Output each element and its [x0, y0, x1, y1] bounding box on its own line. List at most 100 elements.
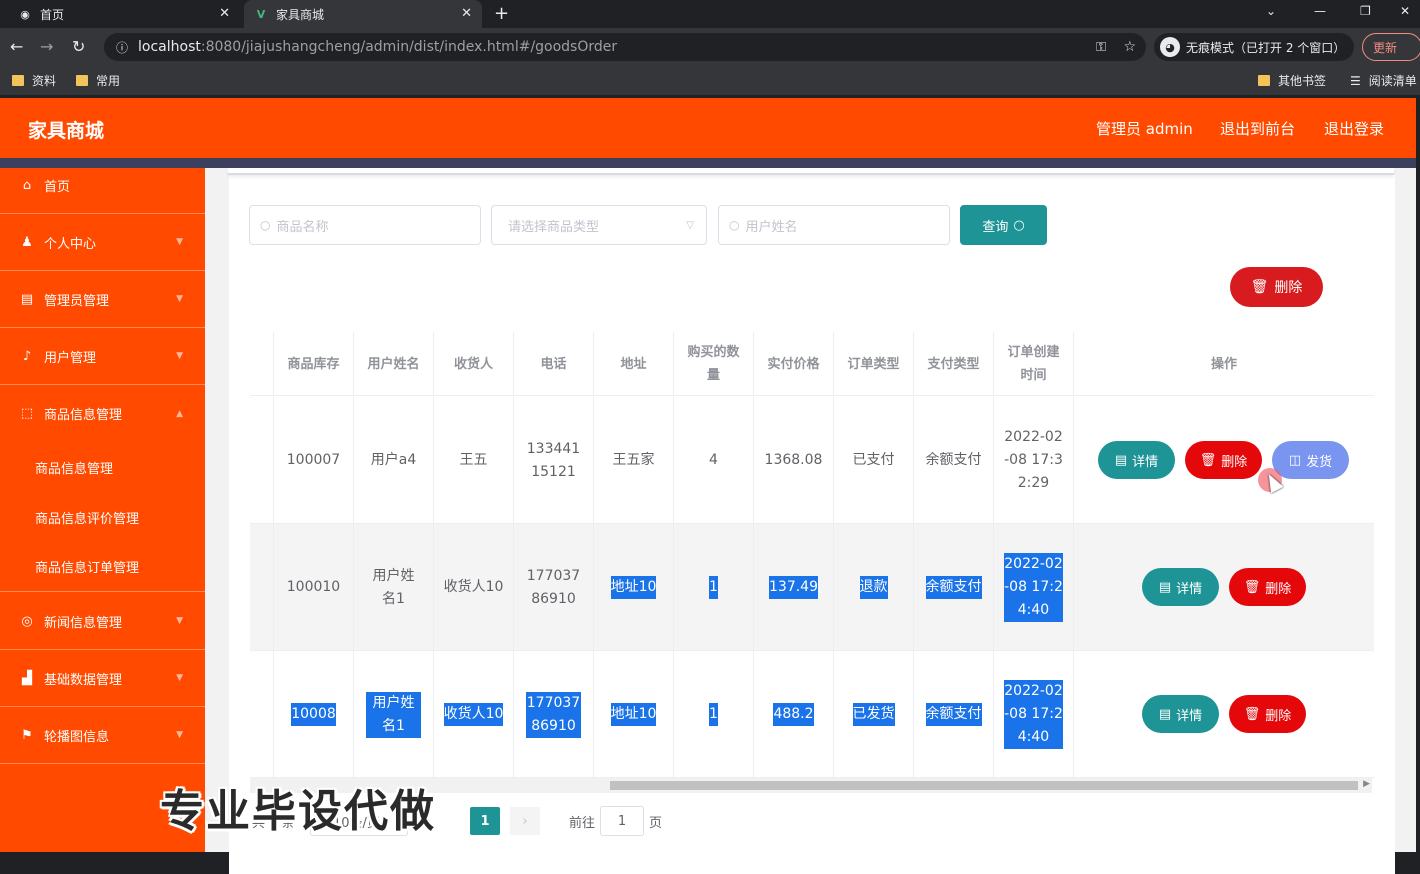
- chevron-down-icon: ▼: [176, 294, 183, 304]
- exit-to-front-link[interactable]: 退出到前台: [1220, 118, 1295, 139]
- window-close-button[interactable]: ✕: [1400, 4, 1410, 18]
- next-page-button[interactable]: ›: [510, 807, 540, 835]
- panel-top-edge: [228, 168, 1394, 175]
- sidebar-item-carousel[interactable]: ⚑ 轮播图信息 ▼: [0, 707, 205, 764]
- sidebar-subitem-goods-order[interactable]: 商品信息订单管理: [0, 542, 205, 592]
- table-cell: 王五家: [594, 397, 674, 524]
- tab-furniture-mall[interactable]: V 家具商城 ✕: [244, 0, 482, 28]
- table-cell: [250, 397, 274, 524]
- table-header-cell: [250, 332, 274, 396]
- table-cell: 地址10: [594, 651, 674, 778]
- incognito-icon: ◕: [1160, 37, 1180, 57]
- tab-title: 首页: [40, 7, 65, 22]
- table-cell: 用户a4: [354, 397, 434, 524]
- scrollbar-thumb[interactable]: [610, 781, 1358, 790]
- goods-type-select[interactable]: 请选择商品类型 ▽: [491, 205, 707, 245]
- query-button[interactable]: 查询 ○: [960, 205, 1047, 245]
- chevron-down-icon: ▼: [176, 730, 183, 740]
- scroll-right-icon[interactable]: ▶: [1363, 779, 1370, 789]
- table-cell: [250, 651, 274, 778]
- mic-icon: ♪: [22, 348, 32, 364]
- url-host: localhost: [138, 39, 201, 55]
- sidebar-item-personal[interactable]: ♟ 个人中心 ▼: [0, 214, 205, 271]
- reload-icon[interactable]: ↻: [72, 37, 85, 56]
- table-cell: 1: [674, 651, 754, 778]
- user-name-placeholder: 用户姓名: [745, 219, 798, 235]
- update-button[interactable]: 更新: [1362, 33, 1420, 61]
- bookmark-label: 常用: [96, 74, 121, 88]
- forward-arrow-icon[interactable]: →: [40, 37, 53, 56]
- detail-button[interactable]: ▤ 详情: [1142, 568, 1219, 606]
- sidebar-item-users[interactable]: ♪ 用户管理 ▼: [0, 328, 205, 385]
- table-cell: 2022-02-08 17:32:29: [994, 397, 1074, 524]
- address-bar-row: ← → ↻ ⓘ localhost :8080/jiajushangcheng/…: [0, 28, 1420, 66]
- bookmark-folder[interactable]: 资料: [12, 72, 56, 89]
- table-header-cell: 商品库存: [274, 332, 354, 396]
- bookmark-folder[interactable]: 常用: [76, 72, 120, 89]
- delete-label: 删除: [1274, 280, 1303, 296]
- chevron-down-icon[interactable]: ⌄: [1266, 4, 1276, 18]
- sidebar-subitem-goods-info[interactable]: 商品信息管理: [0, 442, 205, 492]
- key-icon[interactable]: ⚿: [1096, 40, 1106, 55]
- document-icon: ▤: [1158, 706, 1172, 722]
- chevron-down-icon: ▼: [176, 237, 183, 247]
- close-icon[interactable]: ✕: [461, 6, 472, 21]
- table-cell: [250, 524, 274, 651]
- bookmarks-bar: 资料 常用 其他书签 ☰ 阅读清单: [0, 66, 1420, 96]
- sidebar-item-basic-data[interactable]: ▟ 基础数据管理 ▼: [0, 650, 205, 707]
- table-header-cell: 操作: [1210, 356, 1237, 372]
- app-header: 家具商城 管理员 admin 退出到前台 退出登录: [0, 98, 1416, 158]
- book-icon: ◫: [1288, 452, 1302, 468]
- goods-name-input[interactable]: ○ 商品名称: [249, 205, 481, 245]
- detail-button[interactable]: ▤ 详情: [1098, 441, 1175, 479]
- folder-icon: [1258, 75, 1270, 86]
- trash-icon: 🗑: [1243, 706, 1261, 722]
- sidebar-subitem-label: 商品信息评价管理: [35, 511, 140, 527]
- sidebar-subitem-label: 商品信息管理: [35, 461, 114, 477]
- close-icon[interactable]: ✕: [219, 6, 230, 21]
- home-icon: ⌂: [22, 178, 32, 193]
- new-tab-button[interactable]: +: [494, 3, 509, 24]
- other-bookmarks[interactable]: 其他书签: [1258, 72, 1326, 89]
- flag-icon: ⚑: [21, 727, 33, 743]
- brand-title: 家具商城: [28, 120, 105, 142]
- circle-icon: ◎: [21, 613, 33, 629]
- batch-delete-button[interactable]: 🗑 删除: [1230, 267, 1323, 307]
- reading-list[interactable]: ☰ 阅读清单: [1350, 72, 1417, 89]
- table-cell: 退款: [834, 524, 914, 651]
- table-cell: 137.49: [754, 524, 834, 651]
- sidebar-item-home[interactable]: ⌂ 首页: [0, 158, 205, 214]
- table-cell: 用户姓名1: [354, 651, 434, 778]
- delete-button[interactable]: 🗑 删除: [1229, 695, 1306, 733]
- delete-button[interactable]: 🗑 删除: [1229, 568, 1306, 606]
- sidebar-item-admin[interactable]: ▤ 管理员管理 ▼: [0, 271, 205, 328]
- clipboard-icon: ▤: [20, 291, 34, 307]
- minimize-button[interactable]: —: [1314, 4, 1326, 18]
- user-name-input[interactable]: ○ 用户姓名: [718, 205, 950, 245]
- sidebar-item-news[interactable]: ◎ 新闻信息管理 ▼: [0, 593, 205, 650]
- tab-home[interactable]: ◉ 首页 ✕: [8, 0, 240, 28]
- sidebar-subitem-label: 商品信息订单管理: [35, 561, 140, 576]
- star-icon[interactable]: ☆: [1123, 39, 1136, 55]
- search-icon: ○: [729, 218, 740, 232]
- sidebar-item-label: 管理员管理: [44, 293, 110, 309]
- restore-button[interactable]: ❐: [1360, 4, 1371, 18]
- detail-button[interactable]: ▤ 详情: [1142, 695, 1219, 733]
- table-cell: 2022-02-08 17:24:40: [994, 524, 1074, 651]
- sidebar-item-label: 个人中心: [44, 236, 97, 252]
- sidebar-item-goods[interactable]: ⬚ 商品信息管理 ▲: [0, 385, 205, 442]
- back-arrow-icon[interactable]: ←: [10, 37, 23, 56]
- url-field[interactable]: ⓘ localhost :8080/jiajushangcheng/admin/…: [104, 33, 1146, 61]
- sidebar-subitem-goods-review[interactable]: 商品信息评价管理: [0, 492, 205, 542]
- table-cell-actions: [1074, 524, 1374, 651]
- incognito-indicator[interactable]: ◕ 无痕模式（已打开 2 个窗口）: [1154, 33, 1354, 61]
- table-cell: 1368.08: [754, 397, 834, 524]
- table-cell: 4: [674, 397, 754, 524]
- delete-button[interactable]: 🗑 删除: [1185, 441, 1262, 479]
- ship-button[interactable]: ◫ 发货: [1272, 441, 1349, 479]
- info-icon[interactable]: ⓘ: [116, 39, 128, 56]
- page-button-current[interactable]: 1: [470, 807, 500, 835]
- table-cell: 2022-02-08 17:24:40: [994, 651, 1074, 778]
- logout-link[interactable]: 退出登录: [1324, 118, 1384, 139]
- goto-page-input[interactable]: 1: [600, 806, 644, 836]
